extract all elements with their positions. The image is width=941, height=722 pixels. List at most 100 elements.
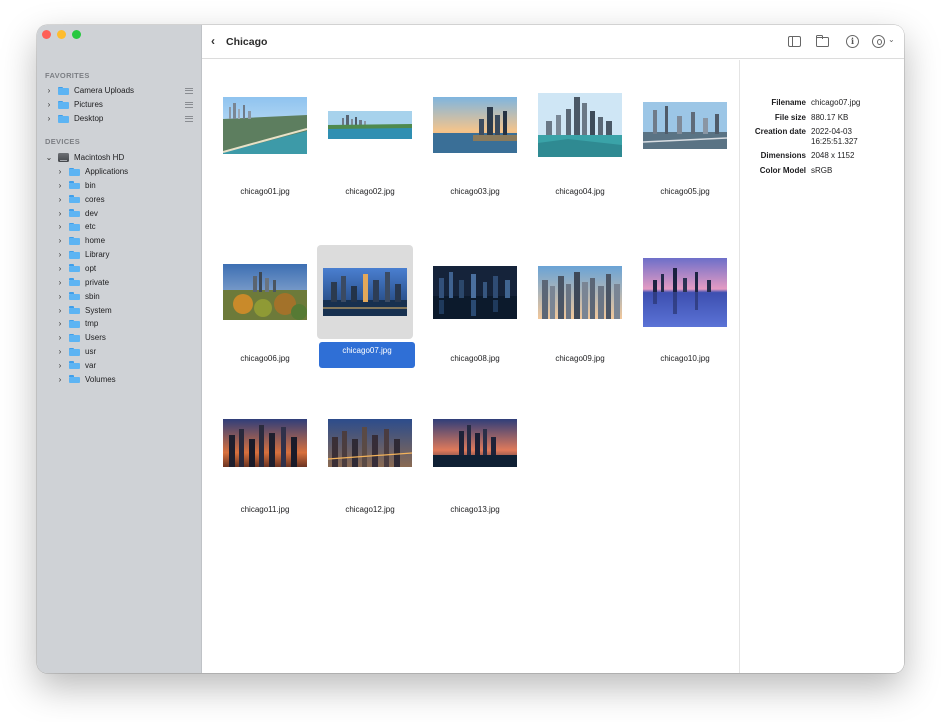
info-icon[interactable]: i xyxy=(846,35,859,48)
file-name[interactable]: chicago11.jpg xyxy=(217,503,313,516)
close-button[interactable] xyxy=(42,30,51,39)
thumbnail-image[interactable] xyxy=(323,268,407,316)
thumbnail-cell[interactable] xyxy=(427,245,523,339)
thumbnail-cell[interactable] xyxy=(217,78,313,172)
thumbnail-cell[interactable] xyxy=(532,78,628,172)
info-panel: Filename chicago07.jpg File size 880.17 … xyxy=(739,60,904,673)
sidebar-folder-item[interactable]: › opt xyxy=(56,262,96,275)
file-name[interactable]: chicago13.jpg xyxy=(427,503,523,516)
file-name[interactable]: chicago08.jpg xyxy=(427,352,523,365)
sidebar-folder-item[interactable]: › bin xyxy=(56,179,96,192)
sidebar-folder-item[interactable]: › Library xyxy=(56,248,110,261)
share-menu-icon[interactable] xyxy=(872,35,885,48)
sidebar-item-macintosh-hd[interactable]: ⌄ Macintosh HD xyxy=(45,151,124,164)
file-name[interactable]: chicago10.jpg xyxy=(637,352,733,365)
thumbnail-image[interactable] xyxy=(328,419,412,467)
sidebar-folder-item[interactable]: › usr xyxy=(56,345,96,358)
chevron-right-icon[interactable]: › xyxy=(45,100,53,109)
sidebar: FAVORITES › Camera Uploads › Pictures › … xyxy=(37,25,202,673)
thumbnail-image[interactable] xyxy=(643,257,727,327)
drag-handle-icon[interactable] xyxy=(185,87,193,94)
thumbnail-cell[interactable] xyxy=(322,78,418,172)
sidebar-folder-item[interactable]: › Users xyxy=(56,331,106,344)
sidebar-folder-label: System xyxy=(85,305,112,315)
chevron-right-icon[interactable]: › xyxy=(56,222,64,231)
thumbnail-cell[interactable] xyxy=(427,78,523,172)
chevron-right-icon[interactable]: › xyxy=(56,195,64,204)
drag-handle-icon[interactable] xyxy=(185,115,193,122)
chevron-right-icon[interactable]: › xyxy=(56,278,64,287)
thumbnail-image[interactable] xyxy=(538,93,622,157)
chevron-right-icon[interactable]: › xyxy=(56,347,64,356)
folder-icon xyxy=(69,167,80,176)
file-name[interactable]: chicago09.jpg xyxy=(532,352,628,365)
chevron-right-icon[interactable]: › xyxy=(56,209,64,218)
file-name[interactable]: chicago02.jpg xyxy=(322,185,418,198)
chevron-right-icon[interactable]: › xyxy=(56,375,64,384)
zoom-button[interactable] xyxy=(72,30,81,39)
sidebar-folder-item[interactable]: › private xyxy=(56,276,109,289)
sidebar-folder-label: private xyxy=(85,277,110,287)
sidebar-folder-item[interactable]: › sbin xyxy=(56,290,100,303)
sidebar-item-camera-uploads[interactable]: › Camera Uploads xyxy=(45,84,202,97)
devices-heading: DEVICES xyxy=(45,137,81,146)
folder-icon xyxy=(69,347,80,356)
chevron-right-icon[interactable]: › xyxy=(56,181,64,190)
thumbnail-cell[interactable] xyxy=(637,245,733,339)
file-name[interactable]: chicago05.jpg xyxy=(637,185,733,198)
file-name[interactable]: chicago12.jpg xyxy=(322,503,418,516)
thumbnail-image[interactable] xyxy=(223,419,307,467)
chevron-right-icon[interactable]: › xyxy=(56,167,64,176)
minimize-button[interactable] xyxy=(57,30,66,39)
thumbnail-cell[interactable] xyxy=(217,396,313,490)
sidebar-folder-item[interactable]: › tmp xyxy=(56,317,99,330)
sidebar-toggle-icon[interactable] xyxy=(788,36,801,47)
sidebar-folder-item[interactable]: › etc xyxy=(56,220,96,233)
file-name[interactable]: chicago04.jpg xyxy=(532,185,628,198)
chevron-right-icon[interactable]: › xyxy=(56,319,64,328)
sidebar-folder-item[interactable]: › home xyxy=(56,234,105,247)
sidebar-folder-item[interactable]: › dev xyxy=(56,207,98,220)
thumbnail-image[interactable] xyxy=(223,264,307,320)
folder-icon[interactable] xyxy=(815,35,829,47)
file-name[interactable]: chicago06.jpg xyxy=(217,352,313,365)
thumbnail-image[interactable] xyxy=(643,101,727,149)
chevron-down-icon[interactable]: ⌄ xyxy=(888,35,895,44)
chevron-right-icon[interactable]: › xyxy=(56,250,64,259)
chevron-right-icon[interactable]: › xyxy=(56,264,64,273)
chevron-right-icon[interactable]: › xyxy=(45,86,53,95)
sidebar-folder-item[interactable]: › Volumes xyxy=(56,373,116,386)
folder-icon xyxy=(58,86,69,95)
thumbnail-image[interactable] xyxy=(538,265,622,319)
sidebar-folder-item[interactable]: › System xyxy=(56,304,112,317)
file-name[interactable]: chicago03.jpg xyxy=(427,185,523,198)
sidebar-folder-item[interactable]: › cores xyxy=(56,193,105,206)
chevron-right-icon[interactable]: › xyxy=(56,361,64,370)
chevron-right-icon[interactable]: › xyxy=(45,114,53,123)
back-chevron-icon[interactable]: ‹ xyxy=(211,34,215,48)
sidebar-folder-item[interactable]: › var xyxy=(56,359,96,372)
sidebar-item-pictures[interactable]: › Pictures xyxy=(45,98,202,111)
thumbnail-cell[interactable] xyxy=(217,245,313,339)
sidebar-folder-item[interactable]: › Applications xyxy=(56,165,128,178)
thumbnail-cell[interactable] xyxy=(637,78,733,172)
thumbnail-image[interactable] xyxy=(433,419,517,467)
thumbnail-cell[interactable] xyxy=(532,245,628,339)
chevron-right-icon[interactable]: › xyxy=(56,333,64,342)
chevron-right-icon[interactable]: › xyxy=(56,236,64,245)
thumbnail-image[interactable] xyxy=(433,265,517,319)
file-name[interactable]: chicago01.jpg xyxy=(217,185,313,198)
thumbnail-cell[interactable] xyxy=(322,396,418,490)
drag-handle-icon[interactable] xyxy=(185,101,193,108)
thumbnail-image[interactable] xyxy=(223,96,307,154)
chevron-right-icon[interactable]: › xyxy=(56,306,64,315)
thumbnail-image[interactable] xyxy=(328,111,412,139)
thumbnail-cell[interactable] xyxy=(317,245,413,339)
chevron-right-icon[interactable]: › xyxy=(56,292,64,301)
chevron-down-icon[interactable]: ⌄ xyxy=(45,153,53,162)
file-name[interactable]: chicago07.jpg xyxy=(319,342,415,368)
sidebar-item-desktop[interactable]: › Desktop xyxy=(45,112,202,125)
thumbnail-cell[interactable] xyxy=(427,396,523,490)
sidebar-folder-label: Library xyxy=(85,250,110,260)
thumbnail-image[interactable] xyxy=(433,97,517,153)
